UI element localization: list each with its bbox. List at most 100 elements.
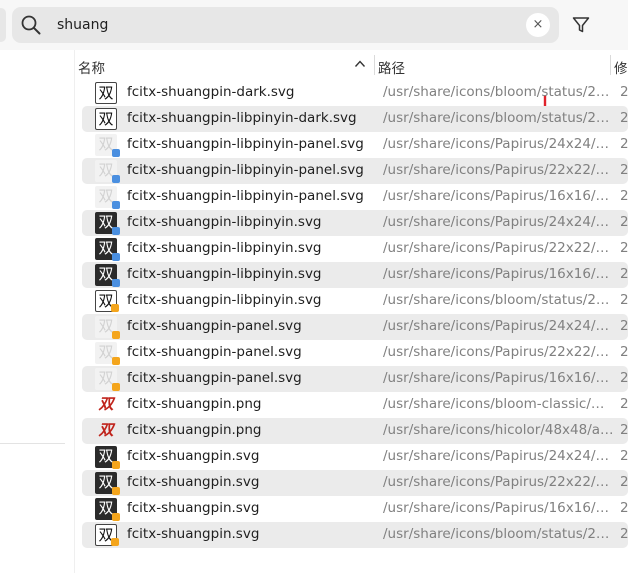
shuang-red-icon: 双	[95, 394, 117, 416]
file-row[interactable]: 双 fcitx-shuangpin-panel.svg/usr/share/ico…	[82, 340, 628, 366]
shuang-light-icon: 双	[95, 108, 117, 130]
file-row[interactable]: 双 fcitx-shuangpin-libpinyin.svg/usr/share…	[82, 210, 628, 236]
file-row[interactable]: 双 fcitx-shuangpin.svg/usr/share/icons/blo…	[82, 522, 628, 548]
file-name: fcitx-shuangpin.png	[127, 422, 262, 438]
icon-glyph: 双	[98, 421, 114, 439]
file-row[interactable]: 双 fcitx-shuangpin.svg/usr/share/icons/Pap…	[82, 470, 628, 496]
file-path: /usr/share/icons/bloom/status/2…	[383, 526, 610, 542]
badge-icon	[111, 538, 119, 546]
column-header: 名称 路径 修	[74, 50, 628, 80]
file-path: /usr/share/icons/Papirus/22x22/…	[383, 162, 609, 178]
badge-icon	[112, 461, 120, 469]
shuang-ghost-icon: 双	[95, 316, 120, 339]
file-path: /usr/share/icons/Papirus/24x24/…	[383, 136, 609, 152]
file-path: /usr/share/icons/bloom-classic/…	[383, 396, 605, 412]
file-row[interactable]: 双 fcitx-shuangpin.png/usr/share/icons/hic…	[82, 418, 628, 444]
shuang-dark-icon: 双	[95, 238, 120, 261]
shuang-dark-icon: 双	[95, 498, 120, 521]
file-name: fcitx-shuangpin-libpinyin-panel.svg	[127, 162, 364, 178]
file-modified: 2	[620, 214, 628, 230]
shuang-dark-icon: 双	[95, 472, 120, 495]
file-row[interactable]: 双 fcitx-shuangpin-libpinyin-panel.svg/usr…	[82, 184, 628, 210]
file-name: fcitx-shuangpin-panel.svg	[127, 370, 302, 386]
file-modified: 2	[620, 292, 628, 308]
badge-icon	[112, 175, 120, 183]
file-list-pane: 名称 路径 修 双 fcitx-shuangpin-dark.svg/usr/sh…	[74, 50, 628, 573]
file-row[interactable]: 双 fcitx-shuangpin.svg/usr/share/icons/Pap…	[82, 496, 628, 522]
sidebar	[0, 50, 74, 573]
file-name: fcitx-shuangpin.png	[127, 396, 262, 412]
file-name: fcitx-shuangpin.svg	[127, 526, 260, 542]
file-path: /usr/share/icons/bloom/status/2…	[383, 292, 610, 308]
badge-icon	[112, 357, 120, 365]
badge-icon	[112, 383, 120, 391]
file-path: /usr/share/icons/Papirus/22x22/…	[383, 240, 609, 256]
file-modified: 2	[620, 188, 628, 204]
file-path: /usr/share/icons/bloom/status/2…	[383, 110, 610, 126]
shuang-dark-icon: 双	[95, 264, 120, 287]
column-divider[interactable]	[610, 55, 611, 75]
file-modified: 2	[620, 110, 628, 126]
pane-divider[interactable]	[74, 50, 75, 573]
badge-icon	[112, 201, 120, 209]
file-name: fcitx-shuangpin.svg	[127, 448, 260, 464]
file-modified: 2	[620, 162, 628, 178]
close-icon: ×	[532, 17, 544, 32]
back-button-edge[interactable]	[0, 8, 6, 42]
icon-glyph: 双	[98, 110, 114, 128]
file-row[interactable]: 双 fcitx-shuangpin-libpinyin.svg/usr/share…	[82, 262, 628, 288]
column-name-header[interactable]: 名称	[78, 57, 105, 77]
shuang-ghost-icon: 双	[95, 134, 120, 157]
file-name: fcitx-shuangpin-libpinyin.svg	[127, 266, 322, 282]
file-row[interactable]: 双 fcitx-shuangpin-libpinyin-dark.svg/usr/…	[82, 106, 628, 132]
badge-icon	[112, 331, 120, 339]
file-name: fcitx-shuangpin-panel.svg	[127, 318, 302, 334]
search-icon	[21, 15, 41, 35]
file-modified: 2	[620, 526, 628, 542]
shuang-red-icon: 双	[95, 420, 117, 442]
file-modified: 2	[620, 266, 628, 282]
file-row[interactable]: 双 fcitx-shuangpin-libpinyin-panel.svg/usr…	[82, 132, 628, 158]
file-path: /usr/share/icons/Papirus/22x22/…	[383, 474, 609, 490]
badge-icon	[112, 279, 120, 287]
badge-icon	[112, 253, 120, 261]
shuang-ghost-icon: 双	[95, 368, 120, 391]
file-modified: 2	[620, 344, 628, 360]
file-name: fcitx-shuangpin.svg	[127, 474, 260, 490]
file-row[interactable]: 双 fcitx-shuangpin.svg/usr/share/icons/Pap…	[82, 444, 628, 470]
column-modified-header[interactable]: 修	[614, 57, 628, 77]
file-modified: 2	[620, 136, 628, 152]
sidebar-divider	[0, 443, 65, 444]
column-divider[interactable]	[374, 55, 375, 75]
file-name: fcitx-shuangpin-dark.svg	[127, 84, 295, 100]
file-name: fcitx-shuangpin-libpinyin.svg	[127, 292, 322, 308]
filter-icon[interactable]	[571, 15, 591, 35]
file-name: fcitx-shuangpin.svg	[127, 500, 260, 516]
search-input[interactable]	[57, 11, 497, 39]
sort-ascending-icon[interactable]	[354, 59, 366, 69]
file-row[interactable]: 双 fcitx-shuangpin-dark.svg/usr/share/icon…	[82, 80, 628, 106]
file-modified: 2	[620, 84, 628, 100]
column-path-header[interactable]: 路径	[378, 57, 405, 77]
badge-icon	[112, 227, 120, 235]
file-row[interactable]: 双 fcitx-shuangpin-libpinyin.svg/usr/share…	[82, 236, 628, 262]
file-modified: 2	[620, 370, 628, 386]
file-path: /usr/share/icons/bloom/status/2…	[383, 84, 610, 100]
file-modified: 2	[620, 422, 628, 438]
file-row[interactable]: 双 fcitx-shuangpin-panel.svg/usr/share/ico…	[82, 314, 628, 340]
file-row[interactable]: 双 fcitx-shuangpin-panel.svg/usr/share/ico…	[82, 366, 628, 392]
toolbar: ×	[0, 0, 628, 50]
search-box[interactable]: ×	[12, 7, 559, 43]
file-row[interactable]: 双 fcitx-shuangpin.png/usr/share/icons/blo…	[82, 392, 628, 418]
file-name: fcitx-shuangpin-libpinyin-panel.svg	[127, 136, 364, 152]
file-row[interactable]: 双 fcitx-shuangpin-libpinyin.svg/usr/share…	[82, 288, 628, 314]
file-name: fcitx-shuangpin-libpinyin.svg	[127, 240, 322, 256]
file-path: /usr/share/icons/Papirus/16x16/…	[383, 266, 609, 282]
icon-glyph: 双	[98, 84, 114, 102]
shuang-dark-icon: 双	[95, 212, 120, 235]
file-modified: 2	[620, 448, 628, 464]
file-row[interactable]: 双 fcitx-shuangpin-libpinyin-panel.svg/usr…	[82, 158, 628, 184]
clear-search-button[interactable]: ×	[526, 13, 550, 37]
file-name: fcitx-shuangpin-libpinyin-panel.svg	[127, 188, 364, 204]
file-modified: 2	[620, 240, 628, 256]
